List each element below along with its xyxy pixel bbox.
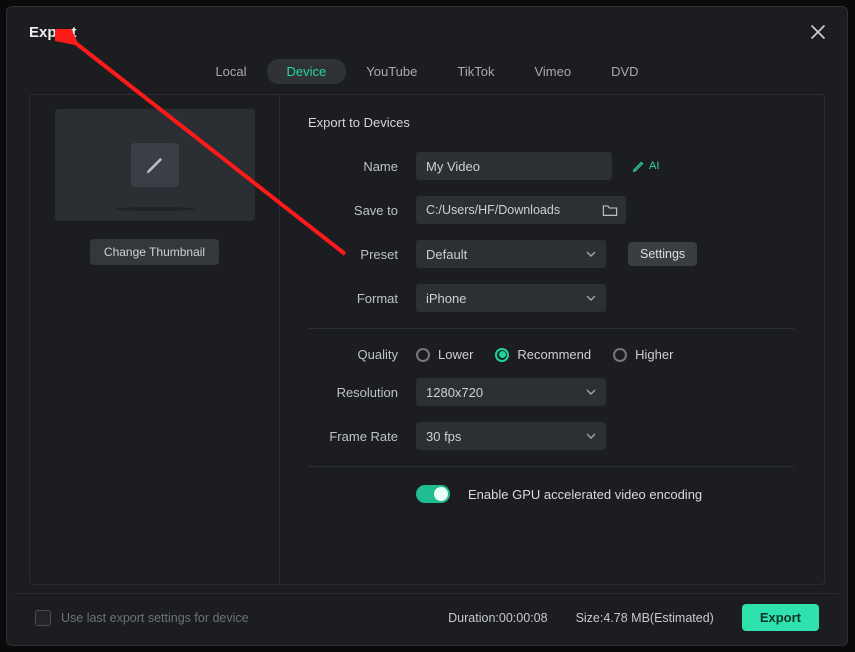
row-resolution: Resolution 1280x720	[308, 378, 794, 406]
tab-device[interactable]: Device	[267, 59, 347, 84]
right-panel: Export to Devices Name AI Save to C:/Use…	[280, 95, 824, 584]
titlebar: Export	[7, 7, 847, 55]
use-last-label: Use last export settings for device	[61, 611, 249, 625]
row-gpu: Enable GPU accelerated video encoding	[416, 485, 794, 503]
frame-rate-select[interactable]: 30 fps	[416, 422, 606, 450]
format-label: Format	[308, 291, 398, 306]
format-value: iPhone	[426, 291, 466, 306]
preset-label: Preset	[308, 247, 398, 262]
save-to-value: C:/Users/HF/Downloads	[426, 203, 560, 217]
save-to-field[interactable]: C:/Users/HF/Downloads	[416, 196, 626, 224]
row-format: Format iPhone	[308, 284, 794, 312]
footer-meta: Duration:00:00:08 Size:4.78 MB(Estimated…	[448, 604, 819, 631]
footer: Use last export settings for device Dura…	[15, 593, 839, 645]
use-last-checkbox[interactable]	[35, 610, 51, 626]
divider	[308, 466, 794, 467]
chevron-down-icon	[586, 389, 596, 395]
quality-radio-group: Lower Recommend Higher	[416, 347, 673, 362]
pen-ai-icon	[632, 159, 646, 173]
save-to-label: Save to	[308, 203, 398, 218]
resolution-value: 1280x720	[426, 385, 483, 400]
row-name: Name AI	[308, 152, 794, 180]
preset-value: Default	[426, 247, 467, 262]
tab-dvd[interactable]: DVD	[591, 59, 658, 84]
name-label: Name	[308, 159, 398, 174]
thumbnail-placeholder	[131, 143, 179, 187]
settings-button[interactable]: Settings	[628, 242, 697, 266]
export-button[interactable]: Export	[742, 604, 819, 631]
dialog-body: Change Thumbnail Export to Devices Name …	[29, 94, 825, 585]
chevron-down-icon	[586, 433, 596, 439]
format-select[interactable]: iPhone	[416, 284, 606, 312]
quality-radio-lower[interactable]: Lower	[416, 347, 473, 362]
tab-vimeo[interactable]: Vimeo	[514, 59, 591, 84]
thumbnail-preview[interactable]	[55, 109, 255, 221]
tab-youtube[interactable]: YouTube	[346, 59, 437, 84]
export-dialog: Export LocalDeviceYouTubeTikTokVimeoDVD …	[6, 6, 848, 646]
chevron-down-icon	[586, 295, 596, 301]
change-thumbnail-button[interactable]: Change Thumbnail	[90, 239, 219, 265]
row-quality: Quality Lower Recommend Higher	[308, 347, 794, 362]
tab-local[interactable]: Local	[195, 59, 266, 84]
duration-text: Duration:00:00:08	[448, 611, 547, 625]
row-frame-rate: Frame Rate 30 fps	[308, 422, 794, 450]
divider	[308, 328, 794, 329]
gpu-toggle[interactable]	[416, 485, 450, 503]
gpu-label: Enable GPU accelerated video encoding	[468, 487, 702, 502]
chevron-down-icon	[586, 251, 596, 257]
close-button[interactable]	[807, 21, 829, 43]
preset-select[interactable]: Default	[416, 240, 606, 268]
quality-radio-recommend[interactable]: Recommend	[495, 347, 591, 362]
use-last-settings[interactable]: Use last export settings for device	[35, 610, 249, 626]
section-title: Export to Devices	[308, 115, 794, 130]
pencil-icon	[144, 154, 166, 176]
tab-tiktok[interactable]: TikTok	[437, 59, 514, 84]
row-preset: Preset Default Settings	[308, 240, 794, 268]
resolution-label: Resolution	[308, 385, 398, 400]
size-text: Size:4.78 MB(Estimated)	[576, 611, 714, 625]
frame-rate-value: 30 fps	[426, 429, 461, 444]
frame-rate-label: Frame Rate	[308, 429, 398, 444]
export-tabs: LocalDeviceYouTubeTikTokVimeoDVD	[7, 59, 847, 84]
dialog-title: Export	[29, 24, 77, 41]
row-save-to: Save to C:/Users/HF/Downloads	[308, 196, 794, 224]
quality-label: Quality	[308, 347, 398, 362]
left-panel: Change Thumbnail	[30, 95, 280, 584]
ai-label: AI	[649, 160, 659, 172]
name-input[interactable]	[416, 152, 612, 180]
quality-radio-higher[interactable]: Higher	[613, 347, 673, 362]
resolution-select[interactable]: 1280x720	[416, 378, 606, 406]
ai-button[interactable]: AI	[632, 159, 659, 173]
folder-icon	[602, 203, 618, 217]
close-icon	[811, 25, 825, 39]
